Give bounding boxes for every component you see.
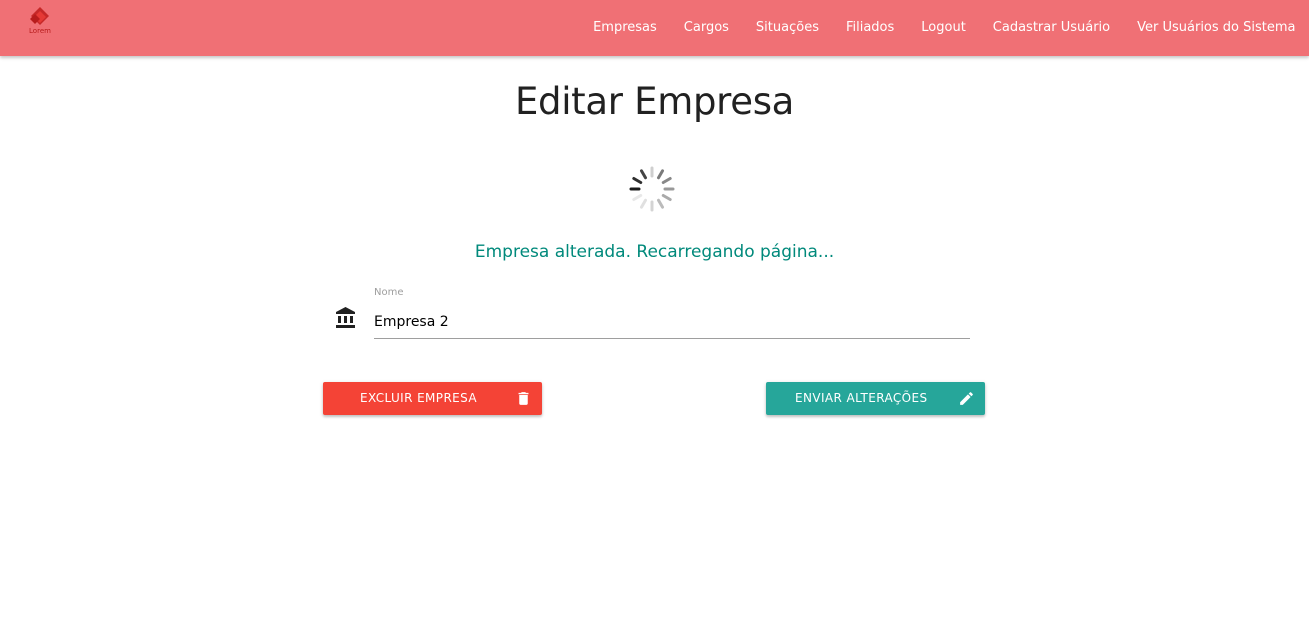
- top-navbar: Lorem Empresas Cargos Situações Filiados…: [0, 0, 1309, 56]
- nome-field-label: Nome: [374, 287, 404, 298]
- delete-company-button[interactable]: EXCLUIR EMPRESA: [323, 382, 542, 415]
- pencil-icon: [960, 392, 973, 405]
- nav-link-logout[interactable]: Logout: [908, 0, 980, 56]
- trash-icon: [518, 392, 529, 405]
- account-balance-icon: [336, 307, 355, 328]
- nav-link-cargos[interactable]: Cargos: [670, 0, 742, 56]
- main-nav: Empresas Cargos Situações Filiados Logou…: [580, 0, 1309, 56]
- status-message: Empresa alterada. Recarregando página...: [474, 242, 835, 262]
- submit-button-label: ENVIAR ALTERAÇÕES: [795, 391, 928, 405]
- submit-changes-button[interactable]: ENVIAR ALTERAÇÕES: [766, 382, 985, 415]
- page-title: Editar Empresa: [514, 80, 795, 123]
- nome-input[interactable]: [374, 306, 970, 339]
- nav-link-empresas[interactable]: Empresas: [580, 0, 671, 56]
- nav-link-filiados[interactable]: Filiados: [832, 0, 907, 56]
- brand-logo-text: Lorem: [29, 27, 51, 35]
- nav-link-situacoes[interactable]: Situações: [742, 0, 832, 56]
- brand-logo-icon[interactable]: [26, 6, 54, 42]
- delete-button-label: EXCLUIR EMPRESA: [360, 391, 478, 405]
- loading-spinner-icon: [629, 166, 675, 212]
- nav-link-ver-usuarios[interactable]: Ver Usuários do Sistema: [1124, 0, 1309, 56]
- nav-link-cadastrar-usuario[interactable]: Cadastrar Usuário: [979, 0, 1123, 56]
